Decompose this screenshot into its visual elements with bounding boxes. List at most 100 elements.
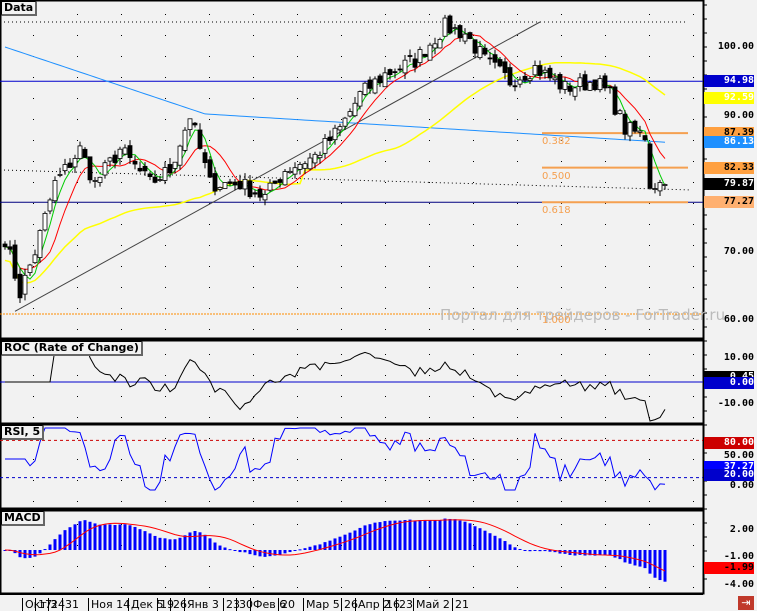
grid-dot: [561, 14, 562, 15]
grid-dot: [473, 329, 474, 330]
x-axis-label: 23: [396, 598, 413, 611]
grid-dot: [429, 203, 430, 204]
macd-bar: [378, 522, 382, 550]
grid-dot: [341, 354, 342, 355]
grid-dot: [297, 501, 298, 502]
grid-dot: [209, 329, 210, 330]
grid-dot: [693, 566, 694, 567]
macd-bar: [233, 550, 237, 551]
candle-body: [72, 158, 78, 168]
grid-dot: [385, 587, 386, 588]
macd-bar: [523, 550, 527, 551]
grid-dot: [209, 524, 210, 525]
macd-bar: [363, 525, 367, 550]
grid-dot: [561, 545, 562, 546]
grid-dot: [561, 224, 562, 225]
grid-dot: [429, 375, 430, 376]
candle-body: [202, 152, 208, 164]
macd-bar: [298, 549, 302, 551]
grid-dot: [121, 308, 122, 309]
grid-dot: [33, 203, 34, 204]
grid-dot: [605, 354, 606, 355]
candle-body: [232, 181, 238, 186]
grid-dot: [297, 161, 298, 162]
macd-bar: [438, 520, 442, 550]
grid-dot: [517, 566, 518, 567]
candle-body: [162, 167, 168, 181]
candle-body: [642, 135, 648, 141]
candle-body: [482, 47, 488, 55]
grid-dot: [33, 375, 34, 376]
macd-bar: [203, 534, 207, 550]
grid-dot: [693, 56, 694, 57]
roc-zero-badge: 0.00: [704, 377, 754, 389]
grid-dot: [165, 524, 166, 525]
grid-dot: [341, 417, 342, 418]
grid-dot: [693, 329, 694, 330]
grid-dot: [297, 396, 298, 397]
grid-dot: [693, 501, 694, 502]
grid-dot: [429, 98, 430, 99]
grid-dot: [77, 459, 78, 460]
grid-dot: [605, 287, 606, 288]
grid-dot: [33, 545, 34, 546]
macd-bar: [638, 550, 642, 567]
candle-body: [267, 182, 273, 191]
grid-dot: [121, 480, 122, 481]
candle-body: [182, 129, 188, 151]
grid-dot: [253, 245, 254, 246]
grid-dot: [121, 438, 122, 439]
candle-body: [242, 178, 248, 190]
candle-body: [122, 147, 128, 155]
grid-dot: [253, 140, 254, 141]
grid-dot: [253, 266, 254, 267]
candle-body: [177, 145, 183, 166]
macd-bar: [658, 550, 662, 581]
grid-dot: [649, 266, 650, 267]
macd-bar: [538, 550, 542, 552]
grid-dot: [77, 417, 78, 418]
candle-body: [317, 154, 323, 159]
candle-body: [12, 244, 18, 279]
grid-dot: [561, 161, 562, 162]
grid-dot: [297, 566, 298, 567]
macd-bar: [633, 550, 637, 566]
macd-bar: [513, 547, 517, 550]
grid-dot: [429, 287, 430, 288]
grid-dot: [517, 480, 518, 481]
candle-body: [517, 79, 523, 85]
macd-bar: [213, 542, 217, 550]
grid-dot: [297, 524, 298, 525]
grid-dot: [209, 375, 210, 376]
grid-dot: [561, 119, 562, 120]
grid-dot: [33, 396, 34, 397]
grid-dot: [649, 459, 650, 460]
candle-body: [542, 69, 548, 73]
macd-bar: [218, 545, 222, 550]
grid-dot: [473, 438, 474, 439]
candle-body: [342, 117, 348, 127]
candle-body: [397, 68, 403, 71]
candle-body: [462, 33, 468, 42]
macd-bar: [33, 550, 37, 557]
grid-dot: [693, 161, 694, 162]
grid-dot: [517, 224, 518, 225]
exit-icon[interactable]: ⇥: [738, 596, 754, 610]
grid-dot: [517, 459, 518, 460]
macd-bar: [198, 532, 202, 550]
macd-bar: [503, 541, 507, 550]
grid-dot: [77, 266, 78, 267]
candle-body: [112, 154, 118, 164]
grid-dot: [253, 182, 254, 183]
macd-bar: [423, 520, 427, 550]
candle-body: [337, 126, 343, 131]
grid-dot: [605, 266, 606, 267]
candle-body: [57, 174, 63, 176]
macd-bar: [153, 535, 157, 550]
candle-body: [402, 59, 408, 74]
grid-dot: [253, 308, 254, 309]
macd-bar: [598, 550, 602, 555]
candle-body: [552, 77, 558, 81]
grid-dot: [121, 98, 122, 99]
grid-dot: [605, 459, 606, 460]
